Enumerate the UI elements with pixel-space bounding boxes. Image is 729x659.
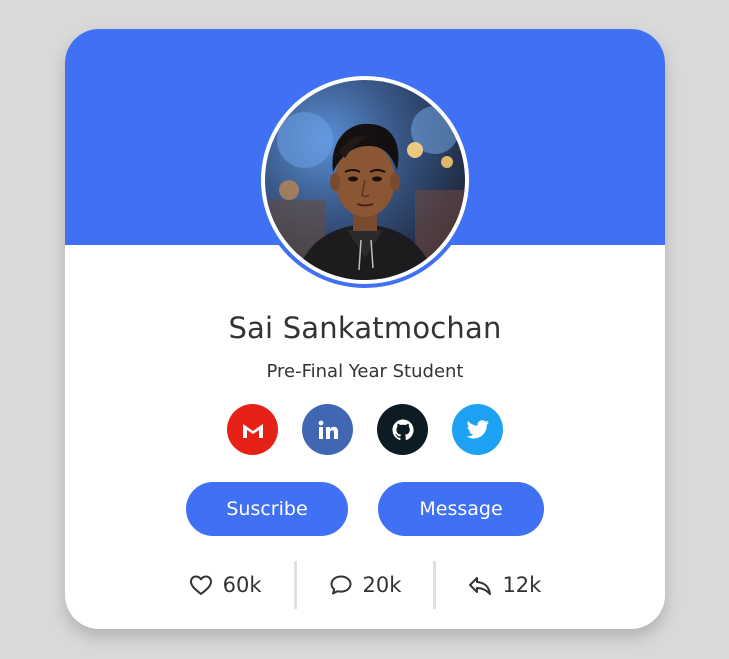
profile-name: Sai Sankatmochan xyxy=(228,311,502,345)
social-links xyxy=(65,404,665,455)
twitter-icon xyxy=(466,419,489,438)
github-icon xyxy=(392,419,414,440)
gmail-icon xyxy=(242,423,263,438)
subscribe-button[interactable]: Suscribe xyxy=(186,482,348,536)
action-buttons: Suscribe Message xyxy=(65,482,665,536)
avatar xyxy=(261,76,469,284)
comments-count: 20k xyxy=(362,573,402,597)
likes-count: 60k xyxy=(222,573,262,597)
profile-role: Pre-Final Year Student xyxy=(266,361,464,382)
shares-stat[interactable]: 12k xyxy=(433,561,573,609)
comment-icon xyxy=(330,575,352,595)
share-reply-icon xyxy=(469,577,492,595)
message-button[interactable]: Message xyxy=(378,482,544,536)
profile-card: Sai Sankatmochan Pre-Final Year Student xyxy=(65,29,665,629)
comments-stat[interactable]: 20k xyxy=(293,561,434,609)
heart-icon xyxy=(189,575,212,595)
twitter-link[interactable] xyxy=(452,404,503,455)
avatar-ring xyxy=(257,72,473,288)
linkedin-icon xyxy=(318,420,338,439)
shares-count: 12k xyxy=(502,573,542,597)
gmail-link[interactable] xyxy=(227,404,278,455)
stats-bar: 60k 20k 12k xyxy=(65,561,665,609)
linkedin-link[interactable] xyxy=(302,404,353,455)
profile-photo-image xyxy=(265,106,465,280)
github-link[interactable] xyxy=(377,404,428,455)
likes-stat[interactable]: 60k xyxy=(157,561,294,609)
avatar-photo xyxy=(265,80,465,280)
